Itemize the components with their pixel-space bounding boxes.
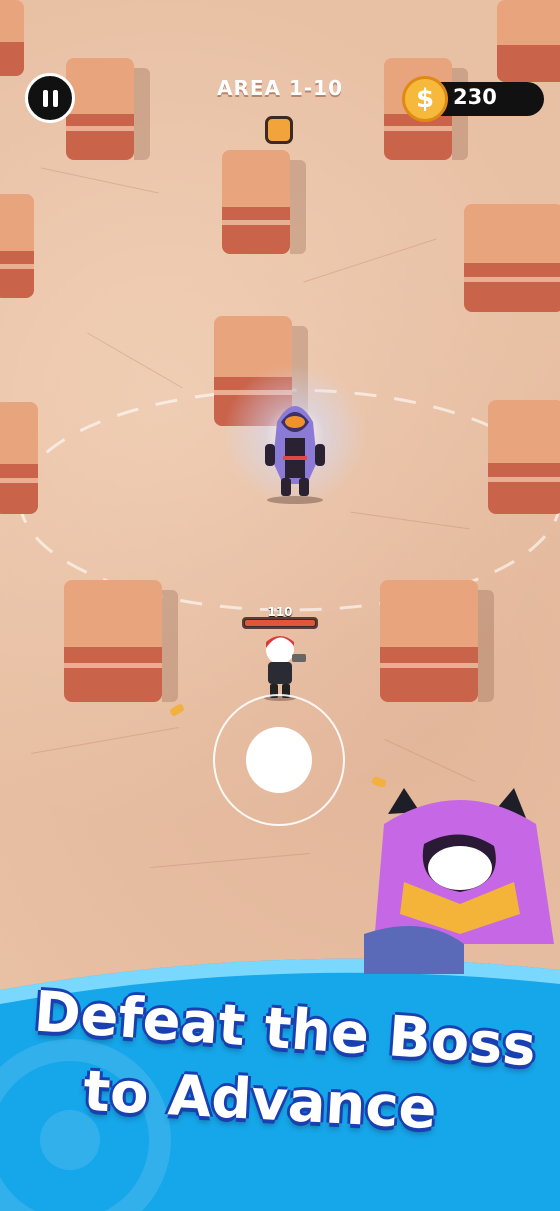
- rock-obstacle: [464, 204, 560, 312]
- area-progress-marker: [265, 116, 293, 144]
- rock-obstacle: [0, 194, 34, 298]
- rock-obstacle: [380, 580, 494, 702]
- player-health-fill: [245, 620, 315, 626]
- rock-obstacle: [66, 58, 150, 160]
- rock-obstacle: [0, 402, 38, 514]
- promo-headline: Defeat the Boss to Advance: [0, 980, 560, 1143]
- ground-crack: [150, 853, 310, 868]
- coin-icon: $: [402, 76, 448, 122]
- pause-button[interactable]: [25, 73, 75, 123]
- joystick-knob[interactable]: [246, 727, 312, 793]
- boss-character[interactable]: [255, 392, 335, 504]
- rock-obstacle: [0, 0, 24, 76]
- rock-obstacle: [497, 0, 560, 82]
- area-label: AREA 1-10: [216, 76, 344, 100]
- ground-crack: [303, 238, 437, 283]
- penguin-character: [364, 788, 554, 974]
- ground-crack: [31, 726, 179, 755]
- ground-crack: [384, 738, 476, 783]
- player-character[interactable]: [258, 628, 308, 702]
- rock-obstacle: [222, 150, 306, 254]
- ground-crack: [41, 167, 159, 194]
- rock-obstacle: [64, 580, 178, 702]
- coin-count: 230: [453, 85, 497, 109]
- rock-obstacle: [488, 400, 560, 514]
